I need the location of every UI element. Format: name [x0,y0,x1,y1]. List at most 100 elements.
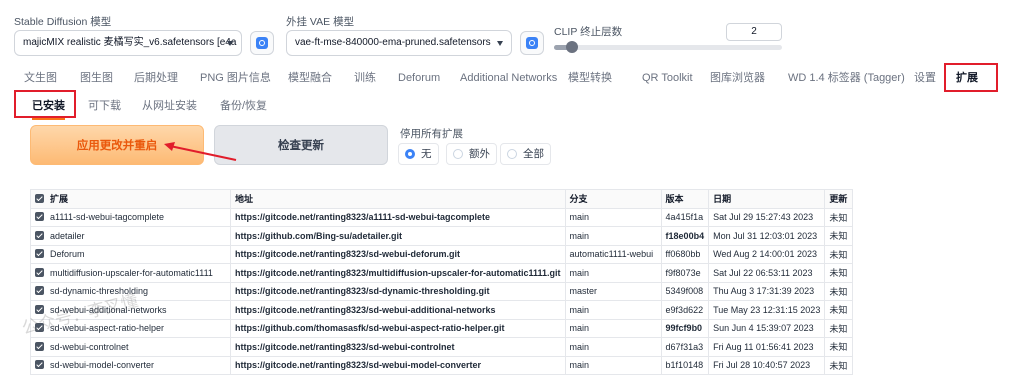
tab-available[interactable]: 可下载 [88,94,121,118]
extension-date: Sun Jun 4 15:39:07 2023 [708,318,826,338]
tab-additional-networks[interactable]: Additional Networks [460,64,557,92]
col-header-url: 地址 [230,189,566,209]
highlight-box-installed-tab [14,90,76,118]
tab-model-merge[interactable]: 模型融合 [288,64,332,92]
extension-date: Fri Aug 11 01:56:41 2023 [708,337,826,357]
extension-version[interactable]: f9f8073e [660,263,710,283]
chevron-down-icon [497,41,503,46]
refresh-icon [526,37,538,49]
refresh-vae-button[interactable] [520,31,544,55]
table-row: a1111-sd-webui-tagcomplete https://gitcod… [30,207,854,227]
extension-branch: main [564,337,662,357]
refresh-icon [256,37,268,49]
extension-update-status: 未知 [824,244,854,264]
main-tab-bar: 文生图 图生图 后期处理 PNG 图片信息 模型融合 训练 Deforum Ad… [12,64,1012,92]
radio-none-label: 无 [421,148,432,160]
extension-update-status: 未知 [824,300,854,320]
extension-url[interactable]: https://gitcode.net/ranting8323/sd-webui… [230,244,566,264]
sd-model-dropdown[interactable]: majicMIX realistic 麦橘写实_v6.safetensors [… [14,30,242,56]
table-row: sd-webui-aspect-ratio-helper https://gith… [30,318,854,338]
extension-name: sd-webui-additional-networks [50,304,167,315]
radio-extra-label: 额外 [469,148,490,160]
tab-postprocess[interactable]: 后期处理 [134,64,178,92]
radio-dot-icon [453,149,463,159]
tab-png-info[interactable]: PNG 图片信息 [200,64,271,92]
extension-update-status: 未知 [824,337,854,357]
radio-all[interactable]: 全部 [500,143,551,165]
tab-txt2img[interactable]: 文生图 [24,64,57,92]
clip-slider[interactable] [554,41,782,53]
extension-version[interactable]: 99fcf9b0 [660,318,710,338]
extension-url[interactable]: https://gitcode.net/ranting8323/sd-dynam… [230,281,566,301]
extension-version[interactable]: ff0680bb [660,244,710,264]
tab-wd-tagger[interactable]: WD 1.4 标签器 (Tagger) [788,64,905,92]
extension-version[interactable]: f18e00b4 [660,226,710,246]
extension-version[interactable]: e9f3d622 [660,300,710,320]
extension-version[interactable]: 4a415f1a [660,207,710,227]
tab-settings[interactable]: 设置 [914,64,936,92]
extension-branch: automatic1111-webui [564,244,662,264]
radio-none[interactable]: 无 [398,143,439,165]
table-row: sd-webui-model-converter https://gitcode.… [30,355,854,375]
table-row: multidiffusion-upscaler-for-automatic111… [30,263,854,283]
extension-update-status: 未知 [824,318,854,338]
vae-dropdown[interactable]: vae-ft-mse-840000-ema-pruned.safetensors [286,30,512,56]
select-all-checkbox[interactable] [35,194,44,204]
extension-cell[interactable]: sd-webui-additional-networks [30,300,231,320]
extension-checkbox[interactable] [35,249,44,259]
clip-number-input[interactable]: 2 [726,23,782,41]
tab-backup-restore[interactable]: 备份/恢复 [220,94,267,118]
extension-cell[interactable]: multidiffusion-upscaler-for-automatic111… [30,263,231,283]
extension-url[interactable]: https://gitcode.net/ranting8323/sd-webui… [230,355,566,375]
extension-cell[interactable]: Deforum [30,244,231,264]
tab-model-convert[interactable]: 模型转换 [568,64,612,92]
extension-checkbox[interactable] [35,230,44,240]
check-updates-button[interactable]: 检查更新 [214,125,388,165]
col-header-extension[interactable]: 扩展 [30,189,231,209]
extension-version[interactable]: 5349f008 [660,281,710,301]
extension-cell[interactable]: a1111-sd-webui-tagcomplete [30,207,231,227]
extension-checkbox[interactable] [35,323,44,333]
extension-checkbox[interactable] [35,267,44,277]
tab-install-from-url[interactable]: 从网址安装 [142,94,197,118]
tab-deforum[interactable]: Deforum [398,64,440,92]
extension-version[interactable]: d67f31a3 [660,337,710,357]
tab-img2img[interactable]: 图生图 [80,64,113,92]
col-header-branch: 分支 [564,189,662,209]
extension-url[interactable]: https://github.com/thomasasfk/sd-webui-a… [230,318,566,338]
extension-version[interactable]: b1f10148 [660,355,710,375]
table-row: Deforum https://gitcode.net/ranting8323/s… [30,244,854,264]
extension-cell[interactable]: adetailer [30,226,231,246]
extension-date: Wed Aug 2 14:00:01 2023 [708,244,826,264]
extension-cell[interactable]: sd-dynamic-thresholding [30,281,231,301]
extension-url[interactable]: https://gitcode.net/ranting8323/sd-webui… [230,300,566,320]
extension-cell[interactable]: sd-webui-controlnet [30,337,231,357]
table-header-row: 扩展 地址 分支 版本 日期 更新 [30,189,854,209]
extension-name: sd-webui-controlnet [50,341,129,352]
extension-cell[interactable]: sd-webui-model-converter [30,355,231,375]
tab-train[interactable]: 训练 [354,64,376,92]
tab-gallery-browser[interactable]: 图库浏览器 [710,64,765,92]
extension-update-status: 未知 [824,207,854,227]
extension-url[interactable]: https://gitcode.net/ranting8323/multidif… [230,263,566,283]
refresh-sd-model-button[interactable] [250,31,274,55]
extension-checkbox[interactable] [35,360,44,370]
extension-url[interactable]: https://github.com/Bing-su/adetailer.git [230,226,566,246]
extension-url[interactable]: https://gitcode.net/ranting8323/a1111-sd… [230,207,566,227]
extension-checkbox[interactable] [35,304,44,314]
extension-name: adetailer [50,230,85,241]
extension-date: Mon Jul 31 12:03:01 2023 [708,226,826,246]
extension-checkbox[interactable] [35,286,44,296]
col-header-date: 日期 [708,189,826,209]
extension-checkbox[interactable] [35,341,44,351]
table-row: sd-webui-additional-networks https://gitc… [30,300,854,320]
radio-extra[interactable]: 额外 [446,143,497,165]
extension-cell[interactable]: sd-webui-aspect-ratio-helper [30,318,231,338]
chevron-down-icon [227,41,233,46]
extension-url[interactable]: https://gitcode.net/ranting8323/sd-webui… [230,337,566,357]
tab-qr-toolkit[interactable]: QR Toolkit [642,64,693,92]
clip-slider-thumb[interactable] [566,41,579,53]
col-header-update: 更新 [824,189,854,209]
col-header-extension-label: 扩展 [50,194,69,205]
extension-checkbox[interactable] [35,212,44,222]
